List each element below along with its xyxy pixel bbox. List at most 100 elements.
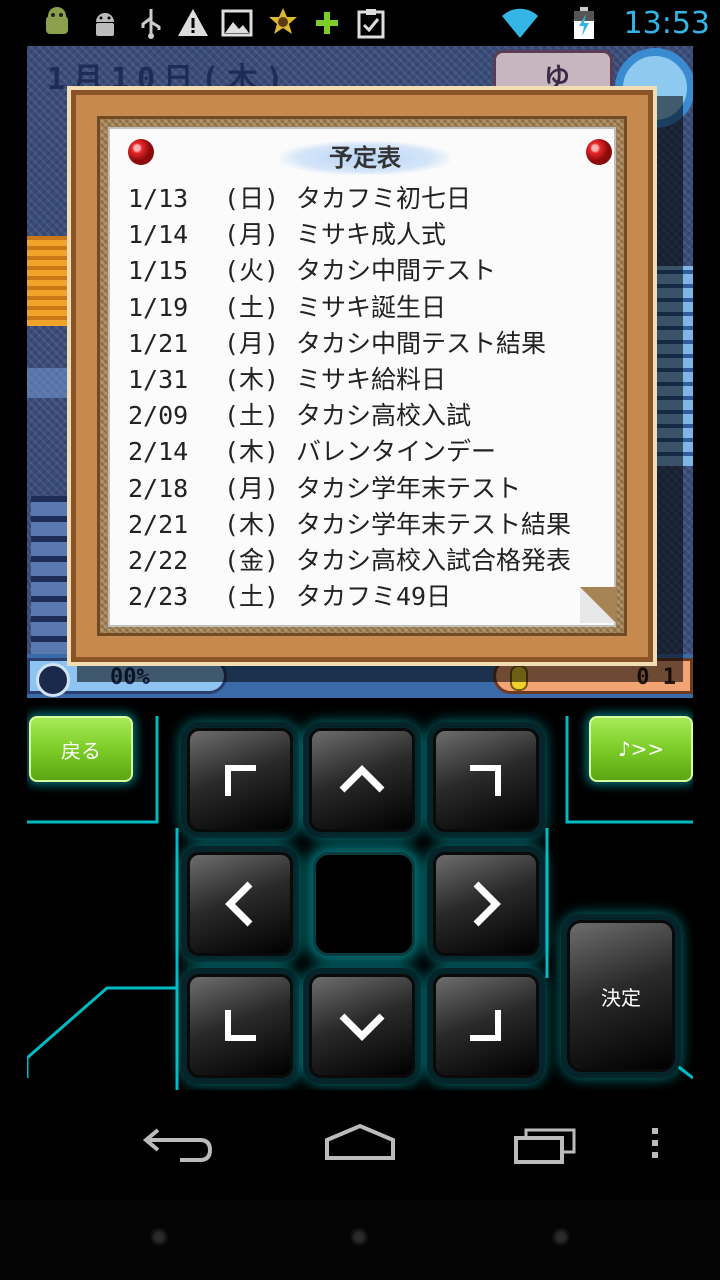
schedule-row: 1/15 (火) タカシ中間テスト — [128, 253, 608, 289]
entry-event: タカシ学年末テスト結果 — [296, 509, 572, 539]
dpad-down-left-button[interactable] — [187, 974, 293, 1078]
sensor-dot — [350, 1228, 368, 1246]
entry-day: (土) — [224, 582, 280, 612]
sensor-dot — [552, 1228, 570, 1246]
arrow-up-right-icon — [470, 765, 501, 796]
recent-apps-icon[interactable] — [500, 1118, 590, 1168]
arrow-up-left-icon — [225, 765, 256, 796]
schedule-title: 予定表 — [280, 141, 450, 175]
entry-date: 2/09 — [128, 401, 189, 431]
back-icon[interactable] — [130, 1118, 220, 1168]
dpad-down-button[interactable] — [309, 974, 415, 1078]
wifi-icon — [502, 8, 538, 38]
schedule-row: 1/13 (日) タカフミ初七日 — [128, 181, 608, 217]
schedule-board[interactable]: 予定表 1/13 (日) タカフミ初七日 1/14 (月) ミサキ成人式 1/15 (火)… — [67, 86, 657, 666]
entry-date: 1/15 — [128, 256, 189, 286]
entry-day: (木) — [224, 437, 280, 467]
picture-icon — [221, 9, 253, 37]
entry-day: (月) — [224, 473, 280, 503]
arrow-up-icon — [339, 765, 385, 793]
status-bar: 13:53 — [0, 0, 720, 46]
entry-event: タカフミ49日 — [296, 582, 452, 612]
entry-event: ミサキ成人式 — [296, 220, 447, 250]
clipboard-check-icon — [357, 9, 385, 39]
entry-date: 2/21 — [128, 509, 189, 539]
schedule-row: 1/21 (月) タカシ中間テスト結果 — [128, 326, 608, 362]
dpad-right-button[interactable] — [433, 852, 539, 956]
plus-icon — [316, 12, 338, 34]
back-button[interactable]: 戻る — [29, 716, 133, 782]
schedule-row: 2/18 (月) タカシ学年末テスト — [128, 471, 608, 507]
entry-day: (月) — [224, 220, 280, 250]
battery-charging-icon — [574, 7, 594, 39]
dpad-down-right-button[interactable] — [433, 974, 539, 1078]
usb-icon — [141, 9, 161, 39]
entry-day: (土) — [224, 292, 280, 322]
entry-date: 1/13 — [128, 184, 189, 213]
entry-date: 1/14 — [128, 220, 189, 250]
red-pin-icon — [128, 139, 154, 165]
schedule-row: 2/09 (土) タカシ高校入試 — [128, 398, 608, 434]
debug-android-icon — [96, 13, 114, 36]
dpad-center-button[interactable] — [313, 852, 415, 956]
entry-date: 2/23 — [128, 582, 189, 612]
page-curl — [580, 587, 616, 623]
entry-day: (月) — [224, 328, 280, 358]
entry-date: 1/21 — [128, 328, 189, 358]
game-screen[interactable]: 1月10日(木) ゆ 00% 0 1 予定表 1/13(日)タカフミ初七日 1/… — [27, 46, 693, 698]
entry-event: タカシ高校入試 — [296, 401, 472, 431]
sensor-dot — [150, 1228, 168, 1246]
schedule-row: 1/31 (木) ミサキ給料日 — [128, 362, 608, 398]
background-building — [27, 236, 69, 326]
schedule-row: 1/14 (月) ミサキ成人式 — [128, 217, 608, 253]
schedule-row: 2/23 (土) タカフミ49日 — [128, 579, 608, 615]
entry-event: ミサキ給料日 — [296, 364, 447, 394]
entry-day: (土) — [224, 401, 280, 431]
entry-event: タカシ高校入試合格発表 — [296, 545, 572, 575]
entry-event: タカフミ初七日 — [296, 184, 472, 213]
entry-date: 1/19 — [128, 292, 189, 322]
schedule-sheet: 予定表 1/13 (日) タカフミ初七日 1/14 (月) ミサキ成人式 1/15 (火)… — [108, 127, 616, 627]
entry-day: (木) — [224, 364, 280, 394]
dpad-left-button[interactable] — [187, 852, 293, 956]
entry-date: 1/31 — [128, 364, 189, 394]
entry-date: 2/14 — [128, 437, 189, 467]
cork-board: 予定表 1/13 (日) タカフミ初七日 1/14 (月) ミサキ成人式 1/15 (火)… — [97, 116, 627, 636]
entry-event: タカシ中間テスト結果 — [296, 328, 547, 358]
schedule-row: 2/22 (金) タカシ高校入試合格発表 — [128, 543, 608, 579]
background-windows — [31, 496, 71, 656]
control-pad: 戻る ♪>> 決定 — [27, 698, 693, 1090]
entry-event: バレンタインデー — [296, 437, 497, 467]
entry-day: (火) — [224, 256, 280, 286]
red-pin-icon — [586, 139, 612, 165]
decide-button[interactable]: 決定 — [567, 920, 675, 1072]
clock: 13:53 — [623, 6, 710, 41]
arrow-down-right-icon — [470, 1010, 501, 1041]
entry-day: (日) — [224, 184, 280, 213]
warning-icon — [178, 9, 208, 36]
entry-date: 2/22 — [128, 545, 189, 575]
arrow-down-left-icon — [225, 1010, 256, 1041]
navigation-bar — [0, 1090, 720, 1200]
face-icon — [36, 663, 70, 697]
sheriff-badge-icon — [269, 8, 297, 34]
entry-event: タカシ中間テスト — [296, 256, 497, 286]
entry-day: (金) — [224, 545, 280, 575]
schedule-row: 1/19 (土) ミサキ誕生日 — [128, 290, 608, 326]
arrow-right-icon — [473, 881, 501, 927]
music-skip-button[interactable]: ♪>> — [589, 716, 693, 782]
arrow-left-icon — [225, 881, 253, 927]
dpad-up-left-button[interactable] — [187, 728, 293, 832]
android-robot-icon — [46, 7, 68, 34]
dpad-up-right-button[interactable] — [433, 728, 539, 832]
entry-date: 2/18 — [128, 473, 189, 503]
schedule-row: 2/14 (木) バレンタインデー — [128, 434, 608, 470]
arrow-down-icon — [339, 1013, 385, 1041]
entry-event: タカシ学年末テスト — [296, 473, 522, 503]
schedule-row: 2/21 (木) タカシ学年末テスト結果 — [128, 507, 608, 543]
dpad-up-button[interactable] — [309, 728, 415, 832]
entry-event: ミサキ誕生日 — [296, 292, 447, 322]
overflow-menu-icon[interactable] — [640, 1118, 670, 1168]
home-icon[interactable] — [315, 1118, 405, 1168]
device-bezel — [0, 1200, 720, 1280]
